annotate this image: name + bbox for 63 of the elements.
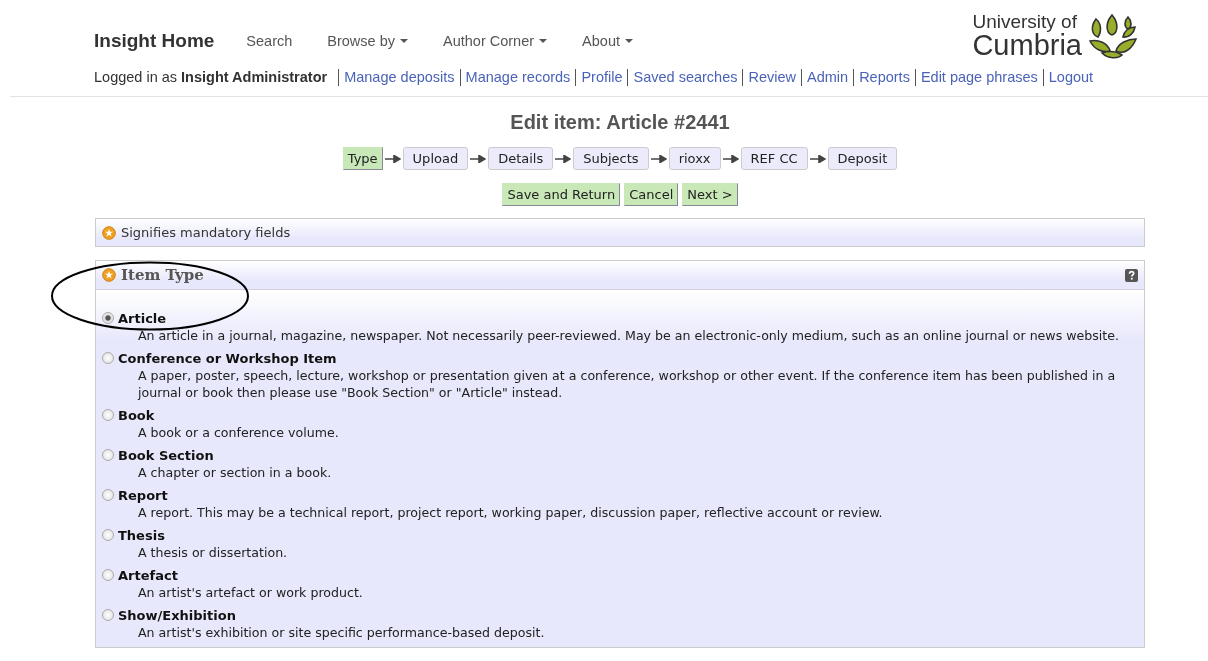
- user-menu-link[interactable]: Review: [748, 69, 796, 85]
- user-menu-link[interactable]: Reports: [859, 69, 910, 85]
- option-label: Show/Exhibition: [118, 607, 237, 624]
- step-tab[interactable]: Type: [342, 147, 383, 170]
- option-label: Book Section: [118, 447, 215, 464]
- user-menu-link[interactable]: Edit page phrases: [920, 69, 1038, 85]
- action-button[interactable]: Save and Return: [502, 183, 621, 206]
- nav-menu-item[interactable]: Browse by: [327, 33, 408, 49]
- arrow-icon: [722, 154, 739, 163]
- mandatory-note-text: Signifies mandatory fields: [121, 225, 291, 240]
- page-title: Edit item: Article #2441: [509, 111, 731, 134]
- step-tab[interactable]: Subjects: [573, 147, 649, 170]
- arrow-icon: [809, 154, 826, 163]
- option-description: A report. This may be a technical report, project report, working paper, discussion paper, reflective account or review.: [137, 504, 883, 521]
- help-icon[interactable]: [1125, 268, 1138, 282]
- step-tab[interactable]: Details: [488, 147, 554, 170]
- logged-in-text: Logged in as Insight Administrator: [94, 69, 328, 85]
- radio-button[interactable]: [102, 312, 114, 324]
- step-tab[interactable]: Upload: [402, 147, 469, 170]
- option-description: An article in a journal, magazine, newspaper. Not necessarily peer-reviewed. May be an electronic-only medium, such as an online journal or news website.: [137, 327, 1120, 344]
- user-menu-link[interactable]: Admin: [807, 69, 849, 85]
- option-label: Book: [118, 407, 156, 424]
- arrow-icon: [470, 154, 487, 163]
- radio-button[interactable]: [102, 489, 114, 501]
- option-label: Thesis: [118, 527, 166, 544]
- option-description: A chapter or section in a book.: [137, 464, 332, 481]
- step-tab[interactable]: rioxx: [668, 147, 721, 170]
- nav-menu-item[interactable]: Author Corner: [443, 33, 548, 49]
- arrow-icon: [555, 154, 572, 163]
- user-menu-link[interactable]: Profile: [581, 69, 623, 85]
- nav-menu-item[interactable]: About: [582, 33, 633, 49]
- option-description: A thesis or dissertation.: [137, 544, 288, 561]
- user-menu-link[interactable]: Saved searches: [633, 69, 738, 85]
- home-link[interactable]: Insight Home: [94, 30, 215, 52]
- panel-title: Item Type: [121, 266, 205, 284]
- nav-menu-item[interactable]: Search: [246, 33, 293, 49]
- option-description: A book or a conference volume.: [137, 424, 339, 441]
- radio-button[interactable]: [102, 449, 114, 461]
- user-menu-link[interactable]: Manage records: [465, 69, 571, 85]
- option-description: An artist's artefact or work product.: [137, 584, 363, 601]
- option-label: Artefact: [118, 567, 179, 584]
- option-label: Report: [118, 487, 169, 504]
- radio-button[interactable]: [102, 529, 114, 541]
- radio-button[interactable]: [102, 609, 114, 621]
- action-button[interactable]: Next >: [682, 183, 738, 206]
- star-icon: [102, 225, 116, 240]
- step-tab[interactable]: Deposit: [827, 147, 898, 170]
- radio-button[interactable]: [102, 352, 114, 364]
- radio-button[interactable]: [102, 569, 114, 581]
- arrow-icon: [384, 154, 401, 163]
- radio-button[interactable]: [102, 409, 114, 421]
- user-menu-link[interactable]: Manage deposits: [344, 69, 455, 85]
- option-label: Conference or Workshop Item: [118, 350, 338, 367]
- option-label: Article: [118, 310, 168, 327]
- arrow-icon: [650, 154, 667, 163]
- logo-text: Cumbria: [972, 31, 1082, 60]
- leaves-logo-icon: [1088, 13, 1138, 59]
- user-menu-link[interactable]: Logout: [1048, 69, 1094, 85]
- option-description: A paper, poster, speech, lecture, workshop or presentation given at a conference, workshop or other event. If the conference item has been published in a journal or book then please use "Book Section" or "Article" instead.: [136, 367, 1117, 401]
- star-icon: [102, 268, 116, 282]
- option-description: An artist's exhibition or site specific performance-based deposit.: [137, 624, 545, 641]
- step-tab[interactable]: REF CC: [740, 147, 808, 170]
- action-button[interactable]: Cancel: [624, 183, 679, 206]
